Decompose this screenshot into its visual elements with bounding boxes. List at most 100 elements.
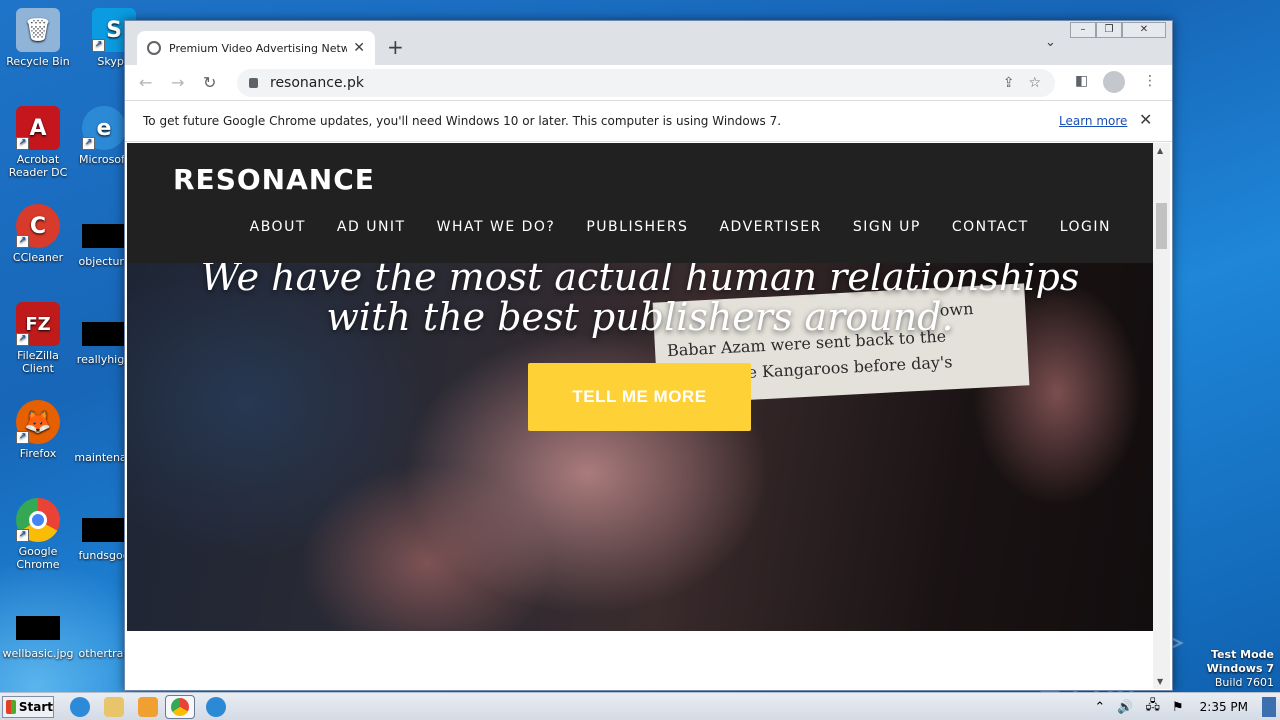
file-icon: [82, 518, 126, 542]
tab-search-chevron-icon[interactable]: ⌄: [1045, 35, 1056, 50]
explorer-folder-icon[interactable]: [104, 697, 124, 717]
ie-icon[interactable]: [70, 697, 90, 717]
bookmark-star-icon[interactable]: ☆: [1028, 75, 1041, 91]
desktop-icon-ccleaner[interactable]: C ↗ CCleaner: [0, 204, 76, 264]
tell-me-more-button[interactable]: TELL ME MORE: [528, 363, 751, 431]
test-mode-line1: Test Mode: [1211, 648, 1274, 661]
infobar-message: To get future Google Chrome updates, you…: [143, 114, 782, 128]
web-page: own Babar Azam were sent back to the by …: [127, 143, 1153, 689]
tab-title: Premium Video Advertising Network -: [169, 41, 348, 55]
taskbar: Start ⌃ 🔊 🖧 ⚑ 2:35 PM: [0, 692, 1280, 720]
learn-more-link[interactable]: Learn more: [1059, 114, 1127, 128]
start-label: Start: [18, 700, 53, 714]
site-menu: ABOUT AD UNIT WHAT WE DO? PUBLISHERS ADV…: [250, 219, 1111, 235]
reload-icon[interactable]: ↻: [203, 73, 216, 92]
media-player-icon[interactable]: [138, 697, 158, 717]
firefox-icon: 🦊 ↗: [16, 400, 60, 444]
clock[interactable]: 2:35 PM: [1200, 700, 1248, 714]
nav-advertiser[interactable]: ADVERTISER: [719, 219, 821, 235]
network-icon[interactable]: 🖧: [1145, 696, 1160, 718]
nav-about[interactable]: ABOUT: [250, 219, 306, 235]
lock-icon: [249, 78, 258, 88]
nav-publishers[interactable]: PUBLISHERS: [586, 219, 688, 235]
file-icon: [82, 224, 126, 248]
window-controls: – ❐ ✕: [1070, 22, 1166, 38]
file-icon: [82, 616, 126, 640]
acrobat-icon: A ↗: [16, 106, 60, 150]
desktop-icon-label: CCleaner: [12, 251, 64, 264]
chrome-icon: ↗: [16, 498, 60, 542]
profile-avatar-icon[interactable]: [1103, 71, 1125, 93]
tab-close-icon[interactable]: ✕: [353, 40, 365, 56]
desktop-icon-recycle-bin[interactable]: 🗑 Recycle Bin: [0, 8, 76, 68]
minimize-button[interactable]: –: [1070, 22, 1096, 38]
file-icon: [82, 322, 126, 346]
nav-login[interactable]: LOGIN: [1060, 219, 1111, 235]
page-scrollbar[interactable]: ▲ ▼: [1153, 143, 1170, 689]
scroll-down-arrow-icon[interactable]: ▼: [1157, 677, 1163, 686]
system-tray: ⌃ 🔊 🖧 ⚑ 2:35 PM: [1088, 693, 1280, 720]
desktop-icon-chrome[interactable]: ↗ Google Chrome: [0, 498, 76, 571]
tray-expand-icon[interactable]: ⌃: [1094, 700, 1105, 715]
edge-icon: e ↗: [82, 106, 126, 150]
chrome-taskbar-button[interactable]: [165, 695, 195, 719]
url-text[interactable]: resonance.pk: [270, 75, 1003, 91]
desktop-icon-filezilla[interactable]: FZ ↗ FileZilla Client: [0, 302, 76, 375]
desktop-icon-label: Recycle Bin: [6, 55, 70, 68]
hero-headline: We have the most actual human relationsh…: [127, 257, 1153, 337]
close-window-button[interactable]: ✕: [1122, 22, 1166, 38]
volume-icon[interactable]: 🔊: [1117, 700, 1133, 715]
tab-strip: Premium Video Advertising Network - ✕ + …: [125, 21, 1172, 65]
desktop-icon-label: Acrobat Reader DC: [8, 153, 68, 179]
desktop-icon-label: othertrac: [78, 647, 130, 660]
headline-line2: with the best publishers around.: [326, 295, 954, 339]
update-infobar: To get future Google Chrome updates, you…: [125, 101, 1172, 142]
edge-icon[interactable]: [206, 697, 226, 717]
desktop-icon-label: fundsgoo: [78, 549, 130, 562]
scrollbar-thumb[interactable]: [1156, 203, 1167, 249]
desktop-icon-label: wellbasic.jpg: [2, 647, 74, 660]
browser-tab[interactable]: Premium Video Advertising Network - ✕: [137, 31, 375, 65]
back-arrow-icon[interactable]: ←: [139, 73, 152, 92]
forward-arrow-icon[interactable]: →: [171, 73, 184, 92]
image-file-icon: [16, 616, 60, 640]
browser-toolbar: ← → ↻ resonance.pk ⇪ ☆ ◧ ⋮: [125, 65, 1172, 101]
headline-line1: We have the most actual human relationsh…: [200, 255, 1080, 299]
desktop-icon-label: Microsoft: [78, 153, 130, 166]
kebab-menu-icon[interactable]: ⋮: [1143, 73, 1157, 89]
recycle-bin-icon: 🗑: [16, 8, 60, 52]
nav-sign-up[interactable]: SIGN UP: [853, 219, 921, 235]
restore-button[interactable]: ❐: [1096, 22, 1122, 38]
share-icon[interactable]: ⇪: [1003, 75, 1015, 91]
site-navbar: RESONANCE ABOUT AD UNIT WHAT WE DO? PUBL…: [127, 143, 1153, 263]
file-icon: [82, 420, 126, 444]
desktop-icon-label: Google Chrome: [16, 545, 60, 571]
chrome-window: Premium Video Advertising Network - ✕ + …: [124, 20, 1173, 691]
test-mode-line2: Windows 7: [1206, 662, 1274, 675]
windows-logo-icon: [6, 700, 16, 714]
ccleaner-icon: C ↗: [16, 204, 60, 248]
infobar-close-icon[interactable]: ✕: [1139, 110, 1152, 129]
nav-contact[interactable]: CONTACT: [952, 219, 1029, 235]
desktop-icon-acrobat[interactable]: A ↗ Acrobat Reader DC: [0, 106, 76, 179]
nav-ad-unit[interactable]: AD UNIT: [337, 219, 406, 235]
start-button[interactable]: Start: [2, 696, 54, 718]
filezilla-icon: FZ ↗: [16, 302, 60, 346]
desktop-icon-label: FileZilla Client: [17, 349, 59, 375]
nav-what-we-do[interactable]: WHAT WE DO?: [437, 219, 556, 235]
test-mode-line3: Build 7601: [1214, 676, 1274, 689]
chrome-icon: [171, 698, 189, 716]
site-logo[interactable]: RESONANCE: [173, 163, 375, 196]
globe-icon: [147, 41, 161, 55]
action-center-flag-icon[interactable]: ⚑: [1172, 700, 1184, 715]
scroll-up-arrow-icon[interactable]: ▲: [1157, 146, 1163, 155]
test-mode-text: Test Mode Windows 7 Build 7601: [1207, 648, 1274, 690]
show-desktop-button[interactable]: [1262, 697, 1276, 717]
new-tab-button[interactable]: +: [387, 35, 404, 59]
desktop-icon-firefox[interactable]: 🦊 ↗ Firefox: [0, 400, 76, 460]
desktop-icon-label: Firefox: [19, 447, 57, 460]
address-bar[interactable]: resonance.pk ⇪ ☆: [237, 69, 1055, 97]
desktop-icon-wellbasic[interactable]: wellbasic.jpg: [0, 606, 76, 660]
desktop-icon-label: objectunl: [78, 255, 130, 268]
side-panel-icon[interactable]: ◧: [1075, 73, 1088, 89]
